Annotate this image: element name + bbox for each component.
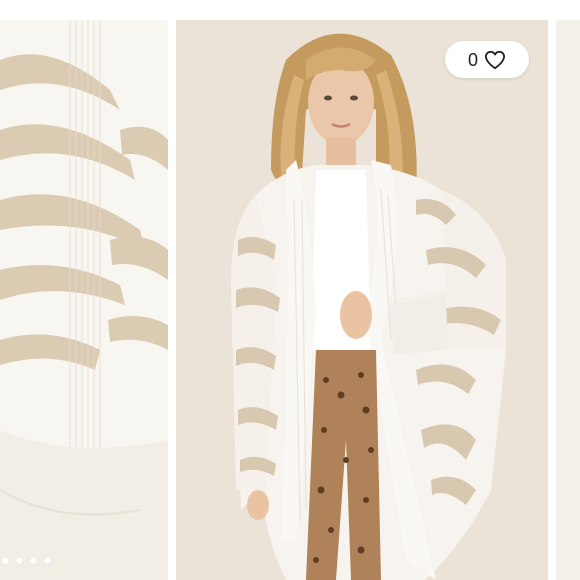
model-cardigan-illustration: [176, 20, 548, 580]
main-product-image[interactable]: [176, 20, 548, 580]
pagination-dot[interactable]: [44, 557, 51, 564]
knit-closeup-illustration: [0, 20, 168, 580]
next-slide-edge[interactable]: [556, 20, 580, 580]
heart-outline-icon: [484, 50, 505, 69]
pagination-dot[interactable]: [2, 557, 9, 564]
carousel-pagination: [2, 557, 51, 564]
pagination-dot[interactable]: [30, 557, 37, 564]
pagination-dot[interactable]: [16, 557, 23, 564]
product-image-carousel[interactable]: 0: [0, 0, 580, 580]
like-button[interactable]: 0: [445, 41, 529, 78]
previous-slide-image[interactable]: [0, 20, 168, 580]
like-count: 0: [467, 49, 478, 70]
